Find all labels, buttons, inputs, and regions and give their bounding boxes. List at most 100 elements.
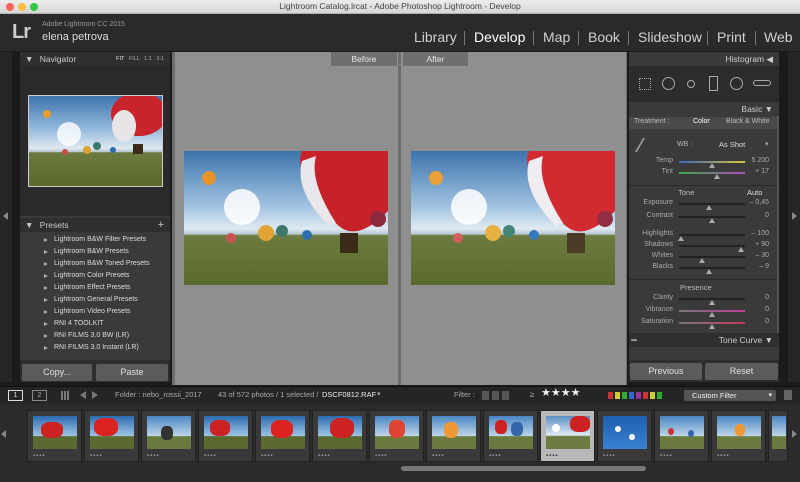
tint-slider[interactable] <box>679 172 745 174</box>
module-map[interactable]: Map <box>543 29 570 45</box>
presets-collapse-icon[interactable]: ▼ <box>25 220 33 230</box>
shadows-slider-thumb[interactable] <box>738 247 744 252</box>
rating-operator[interactable]: ≥ <box>530 390 534 399</box>
collapse-right-icon[interactable] <box>792 212 797 220</box>
preset-folder[interactable]: Lightroom Video Presets <box>20 306 170 318</box>
color-label-filter-icon[interactable] <box>608 392 662 399</box>
reset-button[interactable]: Reset <box>705 363 778 380</box>
filmstrip-scrollbar[interactable] <box>401 466 646 471</box>
saturation-value[interactable]: 0 <box>747 318 769 325</box>
exposure-slider[interactable] <box>679 203 745 205</box>
panel-switch-icon[interactable]: ▬ <box>631 333 637 347</box>
filter-preset-select[interactable]: Custom Filter ▾ <box>684 390 776 401</box>
vibrance-slider-thumb[interactable] <box>709 312 715 317</box>
vibrance-value[interactable]: 0 <box>747 306 769 313</box>
preset-folder[interactable]: Lightroom Color Presets <box>20 270 170 282</box>
folder-path[interactable]: Folder : nebo_rossii_2017 <box>115 390 202 399</box>
blacks-slider[interactable] <box>679 267 745 269</box>
filmstrip-thumbnail[interactable]: ▪▪▪▪ <box>312 410 367 462</box>
left-panel-edge[interactable] <box>0 52 12 382</box>
previous-button[interactable]: Previous <box>630 363 702 380</box>
module-develop[interactable]: Develop <box>474 29 525 45</box>
zoom-1-1[interactable]: 1:1 <box>144 56 152 62</box>
crop-tool-icon[interactable] <box>639 78 651 90</box>
filmstrip-thumbnail[interactable]: ▪▪▪▪ <box>711 410 766 462</box>
shadows-value[interactable]: + 90 <box>747 241 769 248</box>
basic-collapse-icon[interactable]: ▼ <box>765 104 773 114</box>
navigator-header[interactable]: ▼ Navigator FIT FILL 1:1 3:1 <box>20 52 170 66</box>
shadows-slider[interactable] <box>679 245 745 247</box>
filmstrip-thumbnail[interactable]: ▪▪▪▪ <box>198 410 253 462</box>
copy-settings-button[interactable]: Copy... <box>22 364 92 381</box>
clarity-slider-thumb[interactable] <box>709 300 715 305</box>
module-book[interactable]: Book <box>588 29 620 45</box>
exposure-slider-thumb[interactable] <box>706 205 712 210</box>
navigator-collapse-icon[interactable]: ▼ <box>25 54 33 64</box>
filmstrip-thumbnail[interactable]: ▪▪▪▪ <box>255 410 310 462</box>
spot-removal-icon[interactable] <box>662 77 675 90</box>
zoom-fill[interactable]: FILL <box>129 56 140 62</box>
basic-header[interactable]: Basic ▼ <box>629 102 779 116</box>
preset-folder[interactable]: Lightroom B&W Filter Presets <box>20 234 170 246</box>
graduated-filter-icon[interactable] <box>709 76 718 91</box>
contrast-value[interactable]: 0 <box>747 212 769 219</box>
back-arrow-icon[interactable] <box>80 391 86 399</box>
filter-lock-icon[interactable] <box>784 390 792 400</box>
module-web[interactable]: Web <box>764 29 793 45</box>
histogram-collapse-icon[interactable]: ◀ <box>766 54 773 64</box>
forward-arrow-icon[interactable] <box>92 391 98 399</box>
filmstrip-thumbnail[interactable]: ▪▪▪▪ <box>654 410 709 462</box>
tint-slider-thumb[interactable] <box>714 174 720 179</box>
add-preset-icon[interactable]: + <box>158 218 164 232</box>
treatment-bw[interactable]: Black & White <box>726 118 770 125</box>
preset-folder[interactable]: Lightroom General Presets <box>20 294 170 306</box>
whites-value[interactable]: – 30 <box>747 252 769 259</box>
right-panel-edge[interactable] <box>788 52 800 382</box>
flag-filter-icon[interactable] <box>482 391 512 400</box>
filmstrip-prev-icon[interactable] <box>1 430 6 438</box>
temp-slider-thumb[interactable] <box>709 163 715 168</box>
navigator-preview[interactable] <box>28 95 163 187</box>
exposure-value[interactable]: – 0,45 <box>747 199 769 206</box>
wb-select[interactable]: As Shot <box>719 140 745 149</box>
preset-folder[interactable]: RNI 4 TOOLKIT <box>20 318 170 330</box>
right-panel-scrollbar[interactable] <box>777 116 779 336</box>
auto-tone-button[interactable]: Auto <box>747 188 762 197</box>
collapse-left-icon[interactable] <box>3 212 8 220</box>
filmstrip-thumbnail[interactable]: ▪▪▪▪ <box>426 410 481 462</box>
preset-folder[interactable]: RNI FILMS 3.0 BW (LR) <box>20 330 170 342</box>
contrast-slider-thumb[interactable] <box>709 218 715 223</box>
blacks-slider-thumb[interactable] <box>706 269 712 274</box>
tone-curve-header[interactable]: ▬ Tone Curve ▼ <box>629 333 779 347</box>
eyedropper-icon[interactable] <box>634 138 654 152</box>
preset-folder[interactable]: Lightroom Effect Presets <box>20 282 170 294</box>
module-print[interactable]: Print <box>717 29 746 45</box>
module-slideshow[interactable]: Slideshow <box>638 29 702 45</box>
filmstrip-thumbnail[interactable]: ▪▪▪▪ <box>483 410 538 462</box>
preset-folder[interactable]: Lightroom B&W Presets <box>20 246 170 258</box>
filmstrip-thumbnail[interactable]: ▪▪▪▪ <box>369 410 424 462</box>
before-image[interactable] <box>184 151 388 285</box>
whites-slider-thumb[interactable] <box>699 258 705 263</box>
filmstrip-thumbnail[interactable] <box>768 410 788 462</box>
treatment-color[interactable]: Color <box>693 118 710 125</box>
chevron-down-icon[interactable]: ▾ <box>768 390 772 401</box>
presets-header[interactable]: ▼ Presets + <box>20 218 170 232</box>
filmstrip-thumbnail[interactable]: ▪▪▪▪ <box>141 410 196 462</box>
preset-folder[interactable]: Lightroom B&W Toned Presets <box>20 258 170 270</box>
highlights-slider-thumb[interactable] <box>678 236 684 241</box>
secondary-window-button[interactable]: 2 <box>32 390 47 401</box>
filmstrip-thumbnail[interactable]: ▪▪▪▪ <box>597 410 652 462</box>
adjustment-brush-icon[interactable] <box>753 80 771 86</box>
filmstrip-thumbnail[interactable]: ▪▪▪▪ <box>27 410 82 462</box>
preset-folder[interactable]: RNI FILMS 3.0 Instant (LR) <box>20 342 170 354</box>
clarity-value[interactable]: 0 <box>747 294 769 301</box>
whites-slider[interactable] <box>679 256 745 258</box>
histogram-header[interactable]: Histogram ◀ <box>629 52 779 66</box>
module-library[interactable]: Library <box>414 29 457 45</box>
filmstrip-thumbnail[interactable]: ▪▪▪▪ <box>84 410 139 462</box>
zoom-3-1[interactable]: 3:1 <box>156 56 164 62</box>
blacks-value[interactable]: – 9 <box>747 263 769 270</box>
paste-settings-button[interactable]: Paste <box>96 364 168 381</box>
chevron-down-icon[interactable]: ▾ <box>765 140 769 148</box>
